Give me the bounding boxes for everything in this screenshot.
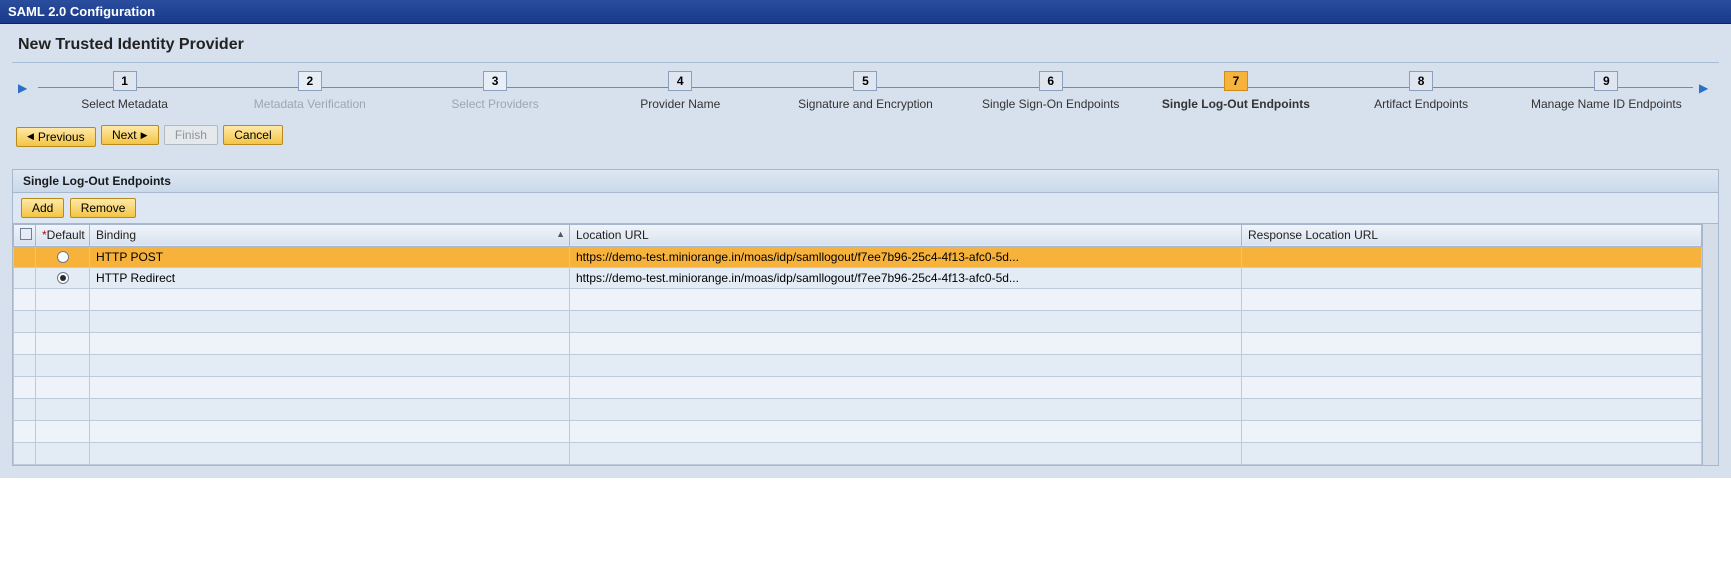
default-radio-cell[interactable] [36, 246, 90, 267]
wizard-step-number: 9 [1594, 71, 1618, 91]
row-selector-cell[interactable] [14, 267, 36, 288]
previous-button[interactable]: ◀ Previous [16, 127, 96, 147]
table-header-row: *Default Binding ▲ Location URL Response… [14, 224, 1702, 246]
location-cell: https://demo-test.miniorange.in/moas/idp… [570, 246, 1242, 267]
table-row [14, 288, 1702, 310]
wizard-step-9[interactable]: 9 Manage Name ID Endpoints [1514, 71, 1699, 111]
location-cell: https://demo-test.miniorange.in/moas/idp… [570, 267, 1242, 288]
wizard-end-icon: ▶ [1699, 81, 1713, 95]
header-binding[interactable]: Binding ▲ [90, 224, 570, 246]
header-location[interactable]: Location URL [570, 224, 1242, 246]
table-row [14, 398, 1702, 420]
vertical-scrollbar[interactable] [1702, 224, 1718, 465]
header-default-label: Default [47, 228, 85, 242]
default-radio-cell[interactable] [36, 267, 90, 288]
table-row [14, 354, 1702, 376]
table-row [14, 376, 1702, 398]
wizard-step-label: Signature and Encryption [773, 97, 958, 111]
response-cell [1242, 267, 1702, 288]
table-row[interactable]: HTTP POSThttps://demo-test.miniorange.in… [14, 246, 1702, 267]
response-cell [1242, 246, 1702, 267]
table-row [14, 332, 1702, 354]
wizard-step-label: Artifact Endpoints [1329, 97, 1514, 111]
header-response-label: Response Location URL [1248, 228, 1378, 242]
table-row[interactable]: HTTP Redirecthttps://demo-test.miniorang… [14, 267, 1702, 288]
table-row [14, 310, 1702, 332]
triangle-left-icon: ◀ [27, 131, 34, 142]
header-default[interactable]: *Default [36, 224, 90, 246]
previous-button-label: Previous [38, 130, 85, 144]
wizard-step-5[interactable]: 5 Signature and Encryption [773, 71, 958, 111]
wizard-step-number: 1 [113, 71, 137, 91]
wizard-step-label: Single Log-Out Endpoints [1143, 97, 1328, 111]
wizard-step-label: Select Metadata [32, 97, 217, 111]
cancel-button[interactable]: Cancel [223, 125, 282, 145]
wizard-nav-buttons: ◀ Previous Next ▶ Finish Cancel [12, 117, 1719, 155]
wizard-step-8[interactable]: 8 Artifact Endpoints [1329, 71, 1514, 111]
wizard-step-label: Single Sign-On Endpoints [958, 97, 1143, 111]
table-selector-icon [20, 228, 32, 240]
page-body: New Trusted Identity Provider ▶ 1 Select … [0, 24, 1731, 478]
wizard-step-3[interactable]: 3 Select Providers [402, 71, 587, 111]
add-button-label: Add [32, 201, 53, 215]
finish-button-label: Finish [175, 128, 207, 142]
next-button[interactable]: Next ▶ [101, 125, 159, 145]
page-title-bar: SAML 2.0 Configuration [0, 0, 1731, 24]
wizard-step-6[interactable]: 6 Single Sign-On Endpoints [958, 71, 1143, 111]
triangle-right-icon: ▶ [141, 130, 148, 141]
default-radio[interactable] [57, 272, 69, 284]
wizard-step-4[interactable]: 4 Provider Name [588, 71, 773, 111]
wizard-step-number: 7 [1224, 71, 1248, 91]
wizard-start-icon: ▶ [18, 81, 32, 95]
page-title: SAML 2.0 Configuration [8, 4, 155, 19]
header-row-selector[interactable] [14, 224, 36, 246]
binding-cell: HTTP Redirect [90, 267, 570, 288]
header-response[interactable]: Response Location URL [1242, 224, 1702, 246]
header-binding-label: Binding [96, 228, 136, 242]
remove-button-label: Remove [81, 201, 126, 215]
cancel-button-label: Cancel [234, 128, 271, 142]
row-selector-cell[interactable] [14, 246, 36, 267]
panel-title: Single Log-Out Endpoints [13, 170, 1718, 193]
wizard-step-2[interactable]: 2 Metadata Verification [217, 71, 402, 111]
header-location-label: Location URL [576, 228, 649, 242]
table-row [14, 442, 1702, 464]
endpoints-panel: Single Log-Out Endpoints Add Remove *Def… [12, 169, 1719, 466]
binding-cell: HTTP POST [90, 246, 570, 267]
wizard-step-number: 2 [298, 71, 322, 91]
wizard-step-7[interactable]: 7 Single Log-Out Endpoints [1143, 71, 1328, 111]
panel-toolbar: Add Remove [13, 193, 1718, 224]
section-heading: New Trusted Identity Provider [12, 24, 1719, 63]
finish-button: Finish [164, 125, 218, 145]
next-button-label: Next [112, 128, 137, 142]
wizard-roadmap: ▶ 1 Select Metadata 2 Metadata Verification… [12, 63, 1719, 117]
wizard-step-label: Select Providers [402, 97, 587, 111]
wizard-step-number: 3 [483, 71, 507, 91]
default-radio[interactable] [57, 251, 69, 263]
wizard-step-number: 4 [668, 71, 692, 91]
endpoints-table: *Default Binding ▲ Location URL Response… [13, 224, 1718, 465]
remove-button[interactable]: Remove [70, 198, 137, 218]
wizard-step-number: 6 [1039, 71, 1063, 91]
wizard-step-number: 5 [853, 71, 877, 91]
wizard-step-1[interactable]: 1 Select Metadata [32, 71, 217, 111]
wizard-step-label: Provider Name [588, 97, 773, 111]
sort-asc-icon: ▲ [556, 229, 565, 239]
add-button[interactable]: Add [21, 198, 64, 218]
wizard-step-label: Manage Name ID Endpoints [1514, 97, 1699, 111]
wizard-step-number: 8 [1409, 71, 1433, 91]
wizard-step-label: Metadata Verification [217, 97, 402, 111]
table-row [14, 420, 1702, 442]
